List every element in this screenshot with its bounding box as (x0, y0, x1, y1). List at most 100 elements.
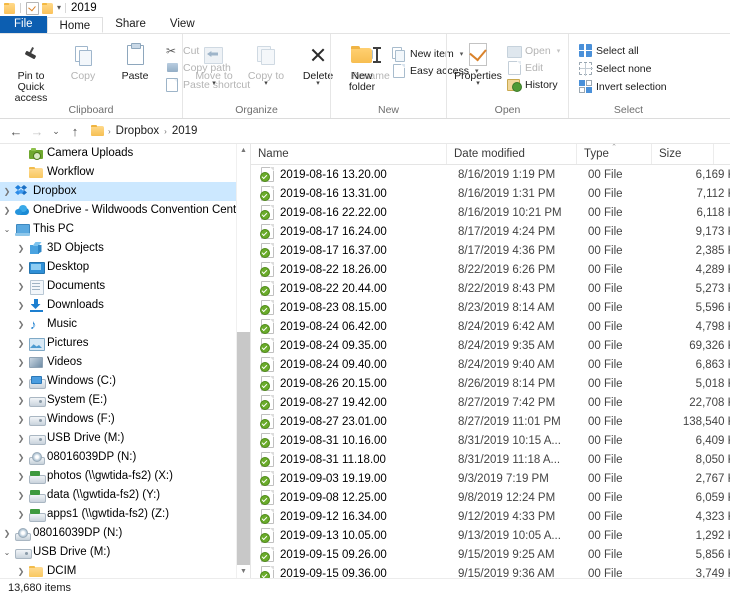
file-row[interactable]: 2019-08-24 06.42.008/24/2019 6:42 AM00 F… (251, 317, 730, 336)
tree-item-system-e[interactable]: ❯System (E:) (0, 391, 250, 410)
chevron-right-icon[interactable]: ❯ (14, 358, 28, 367)
file-row[interactable]: 2019-08-31 11.18.008/31/2019 11:18 A...0… (251, 450, 730, 469)
tree-item-data-gwtida-fs2-y[interactable]: ❯data (\\gwtida-fs2) (Y:) (0, 486, 250, 505)
chevron-down-icon[interactable]: ⌄ (0, 225, 14, 234)
edit-button[interactable]: Edit (507, 60, 564, 75)
properties-button[interactable]: Properties ▾ (452, 40, 504, 86)
scrollbar-track[interactable] (237, 157, 250, 565)
pin-to-quick-access-button[interactable]: Pin to Quick access (5, 40, 57, 104)
tree-item-documents[interactable]: ❯Documents (0, 277, 250, 296)
folder-icon[interactable] (4, 3, 15, 14)
chevron-right-icon[interactable]: ❯ (14, 377, 28, 386)
file-row[interactable]: 2019-08-27 23.01.008/27/2019 11:01 PM00 … (251, 412, 730, 431)
tree-item-usb-drive-m[interactable]: ❯USB Drive (M:) (0, 429, 250, 448)
invert-selection-button[interactable]: Invert selection (578, 79, 671, 94)
new-folder-icon[interactable] (42, 3, 53, 14)
file-row[interactable]: 2019-08-22 20.44.008/22/2019 8:43 PM00 F… (251, 279, 730, 298)
properties-icon[interactable] (26, 2, 39, 15)
select-none-button[interactable]: Select none (578, 61, 671, 76)
scrollbar-thumb[interactable] (238, 157, 249, 332)
tab-view[interactable]: View (158, 16, 207, 33)
scrollbar-lower-track[interactable] (237, 332, 250, 565)
move-to-button[interactable]: Move to ▾ (188, 40, 240, 86)
chevron-right-icon[interactable]: ❯ (0, 529, 14, 538)
scroll-down-arrow-icon[interactable]: ▼ (237, 565, 250, 578)
tree-item-apps1-gwtida-fs2-z[interactable]: ❯apps1 (\\gwtida-fs2) (Z:) (0, 505, 250, 524)
chevron-right-icon[interactable]: ❯ (14, 263, 28, 272)
breadcrumb-item-dropbox[interactable]: Dropbox (113, 125, 162, 137)
tree-item-pictures[interactable]: ❯Pictures (0, 334, 250, 353)
tree-item-dropbox[interactable]: ❯Dropbox (0, 182, 250, 201)
chevron-down-icon[interactable]: ▾ (476, 81, 480, 86)
tree-item-desktop[interactable]: ❯Desktop (0, 258, 250, 277)
file-row[interactable]: 2019-08-16 22.22.008/16/2019 10:21 PM00 … (251, 203, 730, 222)
tree-item-08016039dp-n[interactable]: ❯08016039DP (N:) (0, 524, 250, 543)
tab-file[interactable]: File (0, 16, 47, 33)
tree-item-usb-drive-m[interactable]: ⌄USB Drive (M:) (0, 543, 250, 562)
chevron-down-icon[interactable]: ▾ (57, 4, 61, 12)
select-all-button[interactable]: Select all (578, 43, 671, 58)
tree-item-3d-objects[interactable]: ❯3D Objects (0, 239, 250, 258)
chevron-right-icon[interactable]: ❯ (14, 339, 28, 348)
tree-item-workflow[interactable]: Workflow (0, 163, 250, 182)
column-header-type[interactable]: ⌃ Type (577, 144, 652, 164)
tree-item-onedrive-wildwoods-convention-center[interactable]: ❯OneDrive - Wildwoods Convention Center (0, 201, 250, 220)
file-row[interactable]: 2019-08-16 13.31.008/16/2019 1:31 PM00 F… (251, 184, 730, 203)
scroll-up-arrow-icon[interactable]: ▲ (237, 144, 250, 157)
tree-item-videos[interactable]: ❯Videos (0, 353, 250, 372)
navigation-pane-scrollbar[interactable]: ▲ ▼ (236, 144, 250, 578)
file-row[interactable]: 2019-08-24 09.40.008/24/2019 9:40 AM00 F… (251, 355, 730, 374)
file-row[interactable]: 2019-09-12 16.34.009/12/2019 4:33 PM00 F… (251, 507, 730, 526)
breadcrumb-item-2019[interactable]: 2019 (169, 125, 201, 137)
tree-item-music[interactable]: ❯♪Music (0, 315, 250, 334)
file-row[interactable]: 2019-08-23 08.15.008/23/2019 8:14 AM00 F… (251, 298, 730, 317)
tree-item-windows-f[interactable]: ❯Windows (F:) (0, 410, 250, 429)
chevron-right-icon[interactable]: ❯ (14, 434, 28, 443)
chevron-right-icon[interactable]: ❯ (14, 415, 28, 424)
tree-item-dcim[interactable]: ❯DCIM (0, 562, 250, 578)
chevron-right-icon[interactable]: ❯ (14, 453, 28, 462)
file-row[interactable]: 2019-08-22 18.26.008/22/2019 6:26 PM00 F… (251, 260, 730, 279)
file-row[interactable]: 2019-09-15 09.26.009/15/2019 9:25 AM00 F… (251, 545, 730, 564)
tree-item-this-pc[interactable]: ⌄This PC (0, 220, 250, 239)
history-button[interactable]: History (507, 77, 564, 92)
chevron-right-icon[interactable]: ❯ (14, 472, 28, 481)
new-folder-button[interactable]: New folder (336, 40, 388, 93)
tab-home[interactable]: Home (47, 17, 104, 33)
paste-button[interactable]: Paste (109, 40, 161, 82)
copy-button[interactable]: Copy (57, 40, 109, 82)
chevron-down-icon[interactable]: ▾ (316, 81, 320, 86)
tree-item-windows-c[interactable]: ❯Windows (C:) (0, 372, 250, 391)
file-row[interactable]: 2019-09-03 19.19.009/3/2019 7:19 PM00 Fi… (251, 469, 730, 488)
chevron-right-icon[interactable]: ❯ (0, 187, 14, 196)
chevron-right-icon[interactable]: ❯ (14, 396, 28, 405)
file-row[interactable]: 2019-09-13 10.05.009/13/2019 10:05 A...0… (251, 526, 730, 545)
chevron-right-icon[interactable]: ❯ (14, 320, 28, 329)
breadcrumb[interactable]: › Dropbox › 2019 (91, 121, 724, 141)
copy-to-button[interactable]: Copy to ▾ (240, 40, 292, 86)
tree-item-photos-gwtida-fs2-x[interactable]: ❯photos (\\gwtida-fs2) (X:) (0, 467, 250, 486)
file-row[interactable]: 2019-08-31 10.16.008/31/2019 10:15 A...0… (251, 431, 730, 450)
chevron-down-icon[interactable]: ▾ (264, 81, 268, 86)
file-row[interactable]: 2019-08-24 09.35.008/24/2019 9:35 AM00 F… (251, 336, 730, 355)
tree-item-camera-uploads[interactable]: Camera Uploads (0, 144, 250, 163)
chevron-right-icon[interactable]: ❯ (14, 282, 28, 291)
chevron-right-icon[interactable]: ❯ (14, 244, 28, 253)
file-rows[interactable]: 2019-08-16 13.20.008/16/2019 1:19 PM00 F… (251, 165, 730, 578)
chevron-down-icon[interactable]: ▾ (557, 47, 561, 55)
tree-item-08016039dp-n[interactable]: ❯08016039DP (N:) (0, 448, 250, 467)
file-row[interactable]: 2019-08-27 19.42.008/27/2019 7:42 PM00 F… (251, 393, 730, 412)
chevron-right-icon[interactable]: › (106, 127, 113, 136)
chevron-down-icon[interactable]: ⌄ (0, 548, 14, 557)
recent-locations-icon[interactable]: ⌄ (48, 121, 64, 141)
tree-item-downloads[interactable]: ❯Downloads (0, 296, 250, 315)
chevron-down-icon[interactable]: ▾ (212, 81, 216, 86)
tab-share[interactable]: Share (103, 16, 158, 33)
file-row[interactable]: 2019-08-17 16.37.008/17/2019 4:36 PM00 F… (251, 241, 730, 260)
chevron-right-icon[interactable]: ❯ (14, 491, 28, 500)
file-row[interactable]: 2019-09-08 12.25.009/8/2019 12:24 PM00 F… (251, 488, 730, 507)
chevron-right-icon[interactable]: › (162, 127, 169, 136)
column-header-size[interactable]: Size (652, 144, 714, 164)
chevron-right-icon[interactable]: ❯ (0, 206, 14, 215)
chevron-right-icon[interactable]: ❯ (14, 510, 28, 519)
